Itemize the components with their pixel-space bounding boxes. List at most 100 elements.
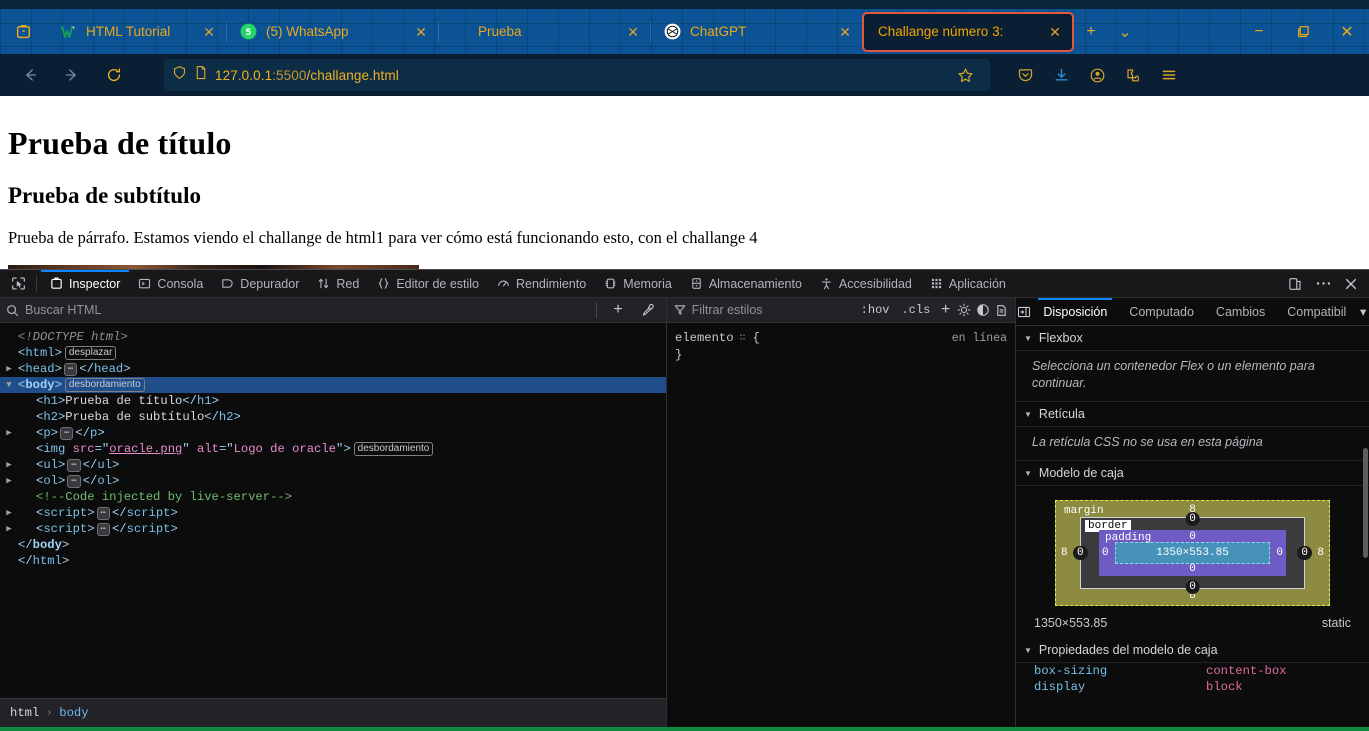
border-top-value[interactable]: 0 [1185, 512, 1200, 526]
expand-twisty-icon[interactable]: ▶ [0, 457, 18, 473]
expand-pane-icon[interactable] [1016, 299, 1032, 325]
dom-node-p[interactable]: ▶ < p > ⋯ </p > [0, 425, 666, 441]
collapsed-children-icon[interactable]: ⋯ [96, 522, 110, 536]
dom-node-img[interactable]: < img src =" oracle.png " alt =" Logo de oracl… [0, 441, 666, 457]
tab-close-button[interactable]: ✕ [408, 19, 434, 45]
layout-tab-disposicion[interactable]: Disposición [1032, 297, 1118, 326]
layout-tab-computado[interactable]: Computado [1118, 298, 1205, 326]
layout-overflow-menu-icon[interactable]: ▾ [1357, 299, 1369, 325]
padding-right-value[interactable]: 0 [1276, 547, 1283, 559]
dark-scheme-icon[interactable] [976, 299, 991, 321]
collapsed-children-icon[interactable]: ⋯ [63, 362, 78, 376]
box-model-margin[interactable]: margin 8 8 8 8 border 0 0 0 0 padding 0 … [1055, 500, 1330, 606]
dom-node-body[interactable]: ▼ < body > desbordamiento [0, 377, 666, 393]
filter-styles-input[interactable] [691, 303, 853, 317]
firefox-view-button[interactable] [0, 9, 46, 54]
rule-selector[interactable]: elemento [675, 330, 734, 347]
devtools-tab-debugger[interactable]: Depurador [212, 270, 308, 298]
devtools-tab-inspector[interactable]: Inspector [41, 269, 130, 298]
padding-left-value[interactable]: 0 [1102, 547, 1109, 559]
tab-close-button[interactable]: ✕ [1042, 19, 1068, 45]
margin-left-value[interactable]: 8 [1061, 547, 1068, 559]
dom-node-script-2[interactable]: ▶ < script > ⋯ </script > [0, 521, 666, 537]
dom-node-doctype[interactable]: <!DOCTYPE html> [0, 329, 666, 345]
tab-close-button[interactable]: ✕ [196, 19, 222, 45]
dom-node-body-close[interactable]: </body > [0, 537, 666, 553]
collapsed-children-icon[interactable]: ⋯ [67, 458, 81, 472]
layout-tab-compatibilidad[interactable]: Compatibil [1276, 298, 1357, 326]
box-model-content-size[interactable]: 1350×553.85 [1115, 542, 1270, 564]
border-bottom-value[interactable]: 0 [1185, 580, 1200, 594]
box-property-row[interactable]: display block [1016, 679, 1369, 695]
dom-node-ol[interactable]: ▶ < ol > ⋯ </ol > [0, 473, 666, 489]
eyedropper-icon[interactable] [636, 299, 660, 321]
collapsed-children-icon[interactable]: ⋯ [67, 474, 81, 488]
expand-twisty-icon[interactable]: ▶ [0, 473, 18, 489]
devtools-tab-performance[interactable]: Rendimiento [488, 270, 595, 298]
dom-node-html[interactable]: < html > desplazar [0, 345, 666, 361]
browser-tab-challange-numero-3[interactable]: Challange número 3: ✕ [862, 11, 1074, 52]
breadcrumb-item-html[interactable]: html [10, 706, 39, 720]
list-all-tabs-button[interactable]: ⌄ [1108, 13, 1142, 51]
app-menu-icon[interactable] [1152, 59, 1186, 91]
close-window-button[interactable]: ✕ [1325, 13, 1369, 51]
box-model-border[interactable]: border 0 0 0 0 padding 0 0 0 0 1350×553.… [1073, 512, 1312, 594]
box-property-row[interactable]: box-sizing content-box [1016, 663, 1369, 679]
search-html-input[interactable] [25, 303, 587, 317]
browser-tab-html-tutorial[interactable]: HTML Tutorial ✕ [46, 13, 226, 51]
border-right-value[interactable]: 0 [1297, 546, 1312, 560]
padding-bottom-value[interactable]: 0 [1189, 563, 1196, 575]
dom-node-script-1[interactable]: ▶ < script > ⋯ </script > [0, 505, 666, 521]
url-bar[interactable]: 127.0.0.1:5500/challange.html [164, 59, 990, 91]
devtools-tab-memory[interactable]: Memoria [595, 270, 681, 298]
bookmark-star-icon[interactable] [948, 59, 982, 91]
layout-pane-scrollbar[interactable] [1363, 448, 1368, 558]
section-header-flexbox[interactable]: ▼ Flexbox [1016, 326, 1369, 351]
page-icon[interactable] [194, 65, 208, 85]
devtools-tab-network[interactable]: Red [308, 270, 368, 298]
expand-twisty-icon[interactable]: ▶ [0, 505, 18, 521]
border-left-value[interactable]: 0 [1073, 546, 1088, 560]
css-rule-element[interactable]: elemento ∷ { en línea [667, 330, 1015, 347]
meatball-menu-icon[interactable] [1309, 271, 1337, 297]
rule-source-label[interactable]: en línea [952, 330, 1007, 347]
browser-tab-prueba[interactable]: Prueba ✕ [438, 13, 650, 51]
dom-node-h2[interactable]: < h2 > Prueba de subtítulo </h2 > [0, 409, 666, 425]
collapsed-children-icon[interactable]: ⋯ [96, 506, 110, 520]
browser-tab-whatsapp[interactable]: 5 (5) WhatsApp ✕ [226, 13, 438, 51]
dom-node-head[interactable]: ▶ < head > ⋯ </head > [0, 361, 666, 377]
breadcrumb-item-body[interactable]: body [59, 706, 88, 720]
padding-top-value[interactable]: 0 [1189, 531, 1196, 543]
margin-right-value[interactable]: 8 [1317, 547, 1324, 559]
new-tab-button[interactable]: + [1074, 13, 1108, 51]
box-model-padding[interactable]: padding 0 0 0 0 1350×553.85 [1099, 530, 1286, 576]
section-header-reticula[interactable]: ▼ Retícula [1016, 402, 1369, 427]
dom-node-html-close[interactable]: </html > [0, 553, 666, 569]
maximize-button[interactable] [1281, 13, 1325, 51]
tab-close-button[interactable]: ✕ [832, 19, 858, 45]
pocket-icon[interactable] [1008, 59, 1042, 91]
add-node-button[interactable]: + [606, 299, 630, 321]
tab-close-button[interactable]: ✕ [620, 19, 646, 45]
hover-toggle-button[interactable]: :hov [857, 303, 894, 317]
url-text[interactable]: 127.0.0.1:5500/challange.html [215, 68, 941, 83]
reload-button[interactable] [94, 59, 134, 91]
collapsed-children-icon[interactable]: ⋯ [59, 426, 74, 440]
devtools-tab-console[interactable]: Consola [129, 270, 212, 298]
expand-twisty-icon[interactable]: ▶ [0, 425, 18, 441]
forward-button[interactable] [52, 59, 92, 91]
devtools-tab-storage[interactable]: Almacenamiento [681, 270, 811, 298]
browser-tab-chatgpt[interactable]: ChatGPT ✕ [650, 13, 862, 51]
extensions-icon[interactable] [1116, 59, 1150, 91]
dom-node-h1[interactable]: < h1 > Prueba de título </h1 > [0, 393, 666, 409]
light-scheme-icon[interactable] [957, 299, 972, 321]
shield-icon[interactable] [172, 65, 187, 85]
class-toggle-button[interactable]: .cls [897, 303, 934, 317]
collapse-twisty-icon[interactable]: ▼ [0, 377, 18, 393]
dom-node-ul[interactable]: ▶ < ul > ⋯ </ul > [0, 457, 666, 473]
devtools-tab-application[interactable]: Aplicación [921, 270, 1015, 298]
back-button[interactable] [10, 59, 50, 91]
expand-twisty-icon[interactable]: ▶ [0, 521, 18, 537]
devtools-tab-style-editor[interactable]: Editor de estilo [368, 270, 488, 298]
layout-tab-cambios[interactable]: Cambios [1205, 298, 1276, 326]
